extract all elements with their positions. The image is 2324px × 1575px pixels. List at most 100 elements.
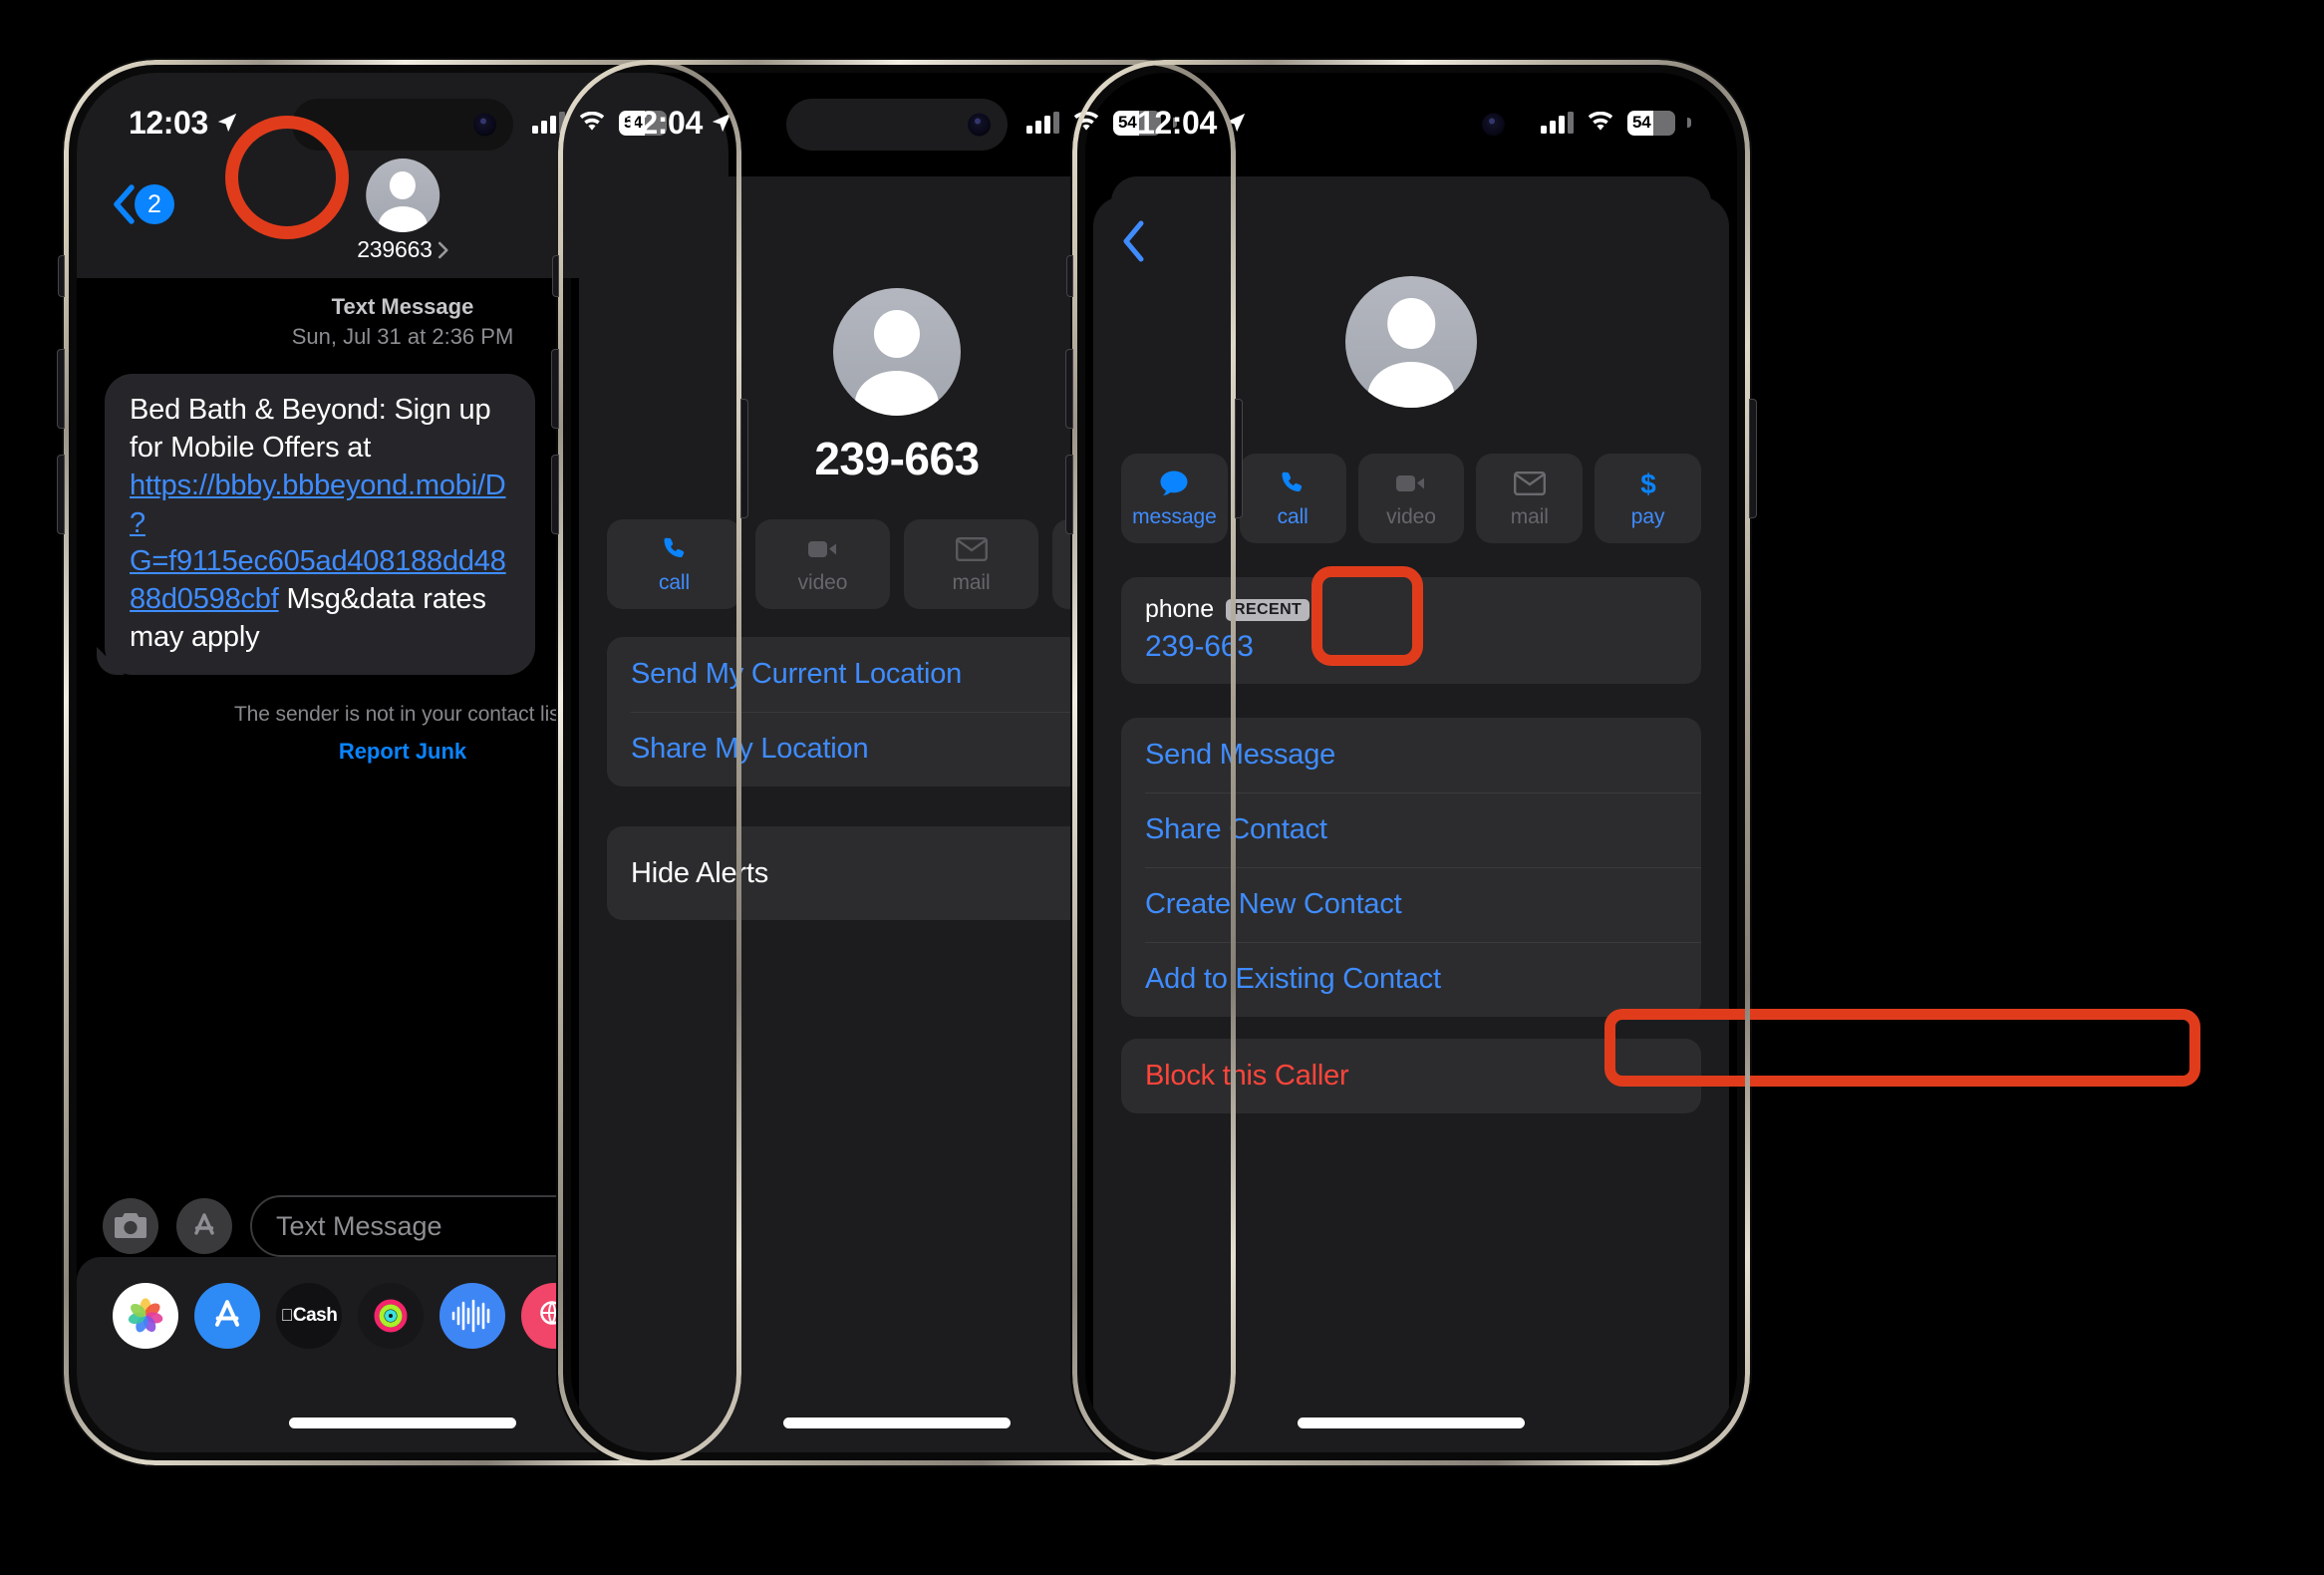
volume-up-button[interactable]: [551, 349, 559, 429]
volume-down-button[interactable]: [57, 455, 65, 534]
volume-down-button[interactable]: [1065, 455, 1073, 534]
contact-card-sheet: message call video mail $ pay phone RECE…: [1093, 196, 1729, 1452]
status-indicators: 54: [1541, 110, 1691, 136]
volume-up-button[interactable]: [57, 349, 65, 429]
action-video-button: video: [1357, 454, 1465, 543]
phone-field-label: phone: [1145, 595, 1215, 623]
header-contact-name: 239663: [357, 236, 433, 262]
generic-contact-avatar-icon: [833, 288, 961, 416]
photos-app-icon[interactable]: [113, 1283, 178, 1349]
phone-3-contact-card: 12:04 54 message call video mail $ pay p…: [1065, 60, 1757, 1465]
apple-cash-label: Cash: [286, 1305, 338, 1326]
status-time-label: 12:04: [1137, 104, 1217, 141]
phone-field-label-row: phone RECENT: [1145, 595, 1677, 624]
cellular-bars-icon: [532, 112, 565, 134]
voice-memos-app-icon[interactable]: [439, 1283, 505, 1349]
silent-switch[interactable]: [58, 255, 65, 297]
action-message-button[interactable]: message: [1121, 454, 1228, 543]
block-this-caller-row[interactable]: Block this Caller: [1121, 1039, 1701, 1113]
chevron-left-icon: [114, 184, 135, 224]
photos-flower-icon: [128, 1298, 163, 1333]
generic-contact-avatar-icon: [366, 158, 439, 232]
front-camera-icon: [473, 113, 496, 137]
action-video-label: video: [797, 570, 848, 594]
unread-badge: 2: [135, 184, 174, 224]
camera-button[interactable]: [103, 1198, 158, 1254]
cellular-bars-icon: [1026, 112, 1059, 134]
generic-contact-avatar-icon: [1345, 276, 1477, 408]
action-call-button[interactable]: call: [1239, 454, 1346, 543]
share-contact-row[interactable]: Share Contact: [1121, 792, 1701, 867]
action-call-label: call: [1277, 504, 1308, 528]
phone-field-row[interactable]: phone RECENT 239-663: [1121, 577, 1701, 684]
dynamic-island: [1301, 99, 1522, 151]
add-to-existing-contact-row[interactable]: Add to Existing Contact: [1121, 942, 1701, 1017]
apple-cash-app-icon[interactable]: Cash: [276, 1283, 342, 1349]
header-contact-name-row: 239663: [357, 236, 448, 263]
contact-actions-group: Send Message Share Contact Create New Co…: [1121, 718, 1701, 1017]
status-time-label: 12:03: [129, 104, 208, 141]
phone-field-group: phone RECENT 239-663: [1121, 577, 1701, 684]
power-button[interactable]: [1749, 399, 1757, 518]
action-video-label: video: [1386, 504, 1436, 528]
dynamic-island: [292, 99, 513, 151]
location-arrow-icon: [1226, 113, 1246, 133]
status-time: 12:04: [1137, 105, 1247, 142]
action-message-label: message: [1132, 504, 1217, 528]
thread-timestamp: Sun, Jul 31 at 2:36 PM: [291, 324, 514, 349]
chevron-left-icon[interactable]: [1121, 220, 1145, 262]
card-avatar-wrap: [1121, 276, 1701, 408]
status-time-label: 12:04: [623, 104, 703, 141]
activity-rings-icon: [374, 1299, 408, 1333]
home-indicator[interactable]: [289, 1418, 516, 1428]
send-message-row[interactable]: Send Message: [1121, 718, 1701, 792]
action-pay-label: pay: [1630, 504, 1665, 528]
action-call-label: call: [658, 570, 691, 594]
envelope-icon: [955, 534, 988, 564]
back-button[interactable]: 2: [113, 184, 174, 224]
action-mail-label: mail: [952, 570, 991, 594]
silent-switch[interactable]: [552, 255, 559, 297]
svg-text:$: $: [1640, 469, 1656, 498]
power-button[interactable]: [1235, 399, 1243, 518]
message-bubble-icon: [1159, 469, 1189, 498]
recent-badge: RECENT: [1226, 598, 1310, 621]
volume-up-button[interactable]: [1065, 349, 1073, 429]
app-store-a-icon: [215, 1300, 239, 1327]
battery-icon: 54: [1627, 110, 1675, 136]
waveform-icon: [451, 1299, 490, 1333]
message-bubble[interactable]: Bed Bath & Beyond: Sign up for Mobile Of…: [105, 374, 535, 675]
fitness-rings-app-icon[interactable]: [358, 1283, 424, 1349]
location-arrow-icon: [217, 113, 237, 133]
silent-switch[interactable]: [1066, 255, 1073, 297]
status-time: 12:04: [623, 105, 732, 142]
phone-3-screen: 12:04 54 message call video mail $ pay p…: [1085, 73, 1737, 1452]
action-mail-button: mail: [904, 519, 1038, 609]
home-indicator[interactable]: [1298, 1418, 1525, 1428]
volume-down-button[interactable]: [551, 455, 559, 534]
video-camera-icon: [807, 534, 839, 564]
apps-button[interactable]: [176, 1198, 232, 1254]
app-store-icon: [194, 1213, 214, 1235]
action-call-button[interactable]: call: [607, 519, 741, 609]
phone-field-value[interactable]: 239-663: [1145, 630, 1677, 664]
cellular-bars-icon: [1541, 112, 1574, 134]
power-button[interactable]: [740, 399, 748, 518]
message-text-pre: Bed Bath & Beyond: Sign up for Mobile Of…: [130, 394, 491, 464]
contact-action-row: message call video mail $ pay: [1121, 454, 1701, 543]
front-camera-icon: [1482, 113, 1505, 137]
battery-cap-icon: [1687, 118, 1691, 128]
location-arrow-icon: [712, 113, 731, 133]
block-caller-group: Block this Caller: [1121, 1039, 1701, 1113]
header-contact[interactable]: 239663: [357, 158, 448, 263]
front-camera-icon: [968, 113, 991, 137]
action-mail-button: mail: [1476, 454, 1584, 543]
home-indicator[interactable]: [783, 1418, 1011, 1428]
action-mail-label: mail: [1510, 504, 1549, 528]
action-pay-button[interactable]: $ pay: [1595, 454, 1701, 543]
action-video-button: video: [755, 519, 890, 609]
app-store-app-icon[interactable]: [194, 1283, 260, 1349]
hide-alerts-label: Hide Alerts: [631, 856, 769, 889]
create-new-contact-row[interactable]: Create New Contact: [1121, 867, 1701, 942]
screenshot-stage: 12:03 54 2 239663 Text Message Sun, Jul …: [0, 0, 2324, 1575]
